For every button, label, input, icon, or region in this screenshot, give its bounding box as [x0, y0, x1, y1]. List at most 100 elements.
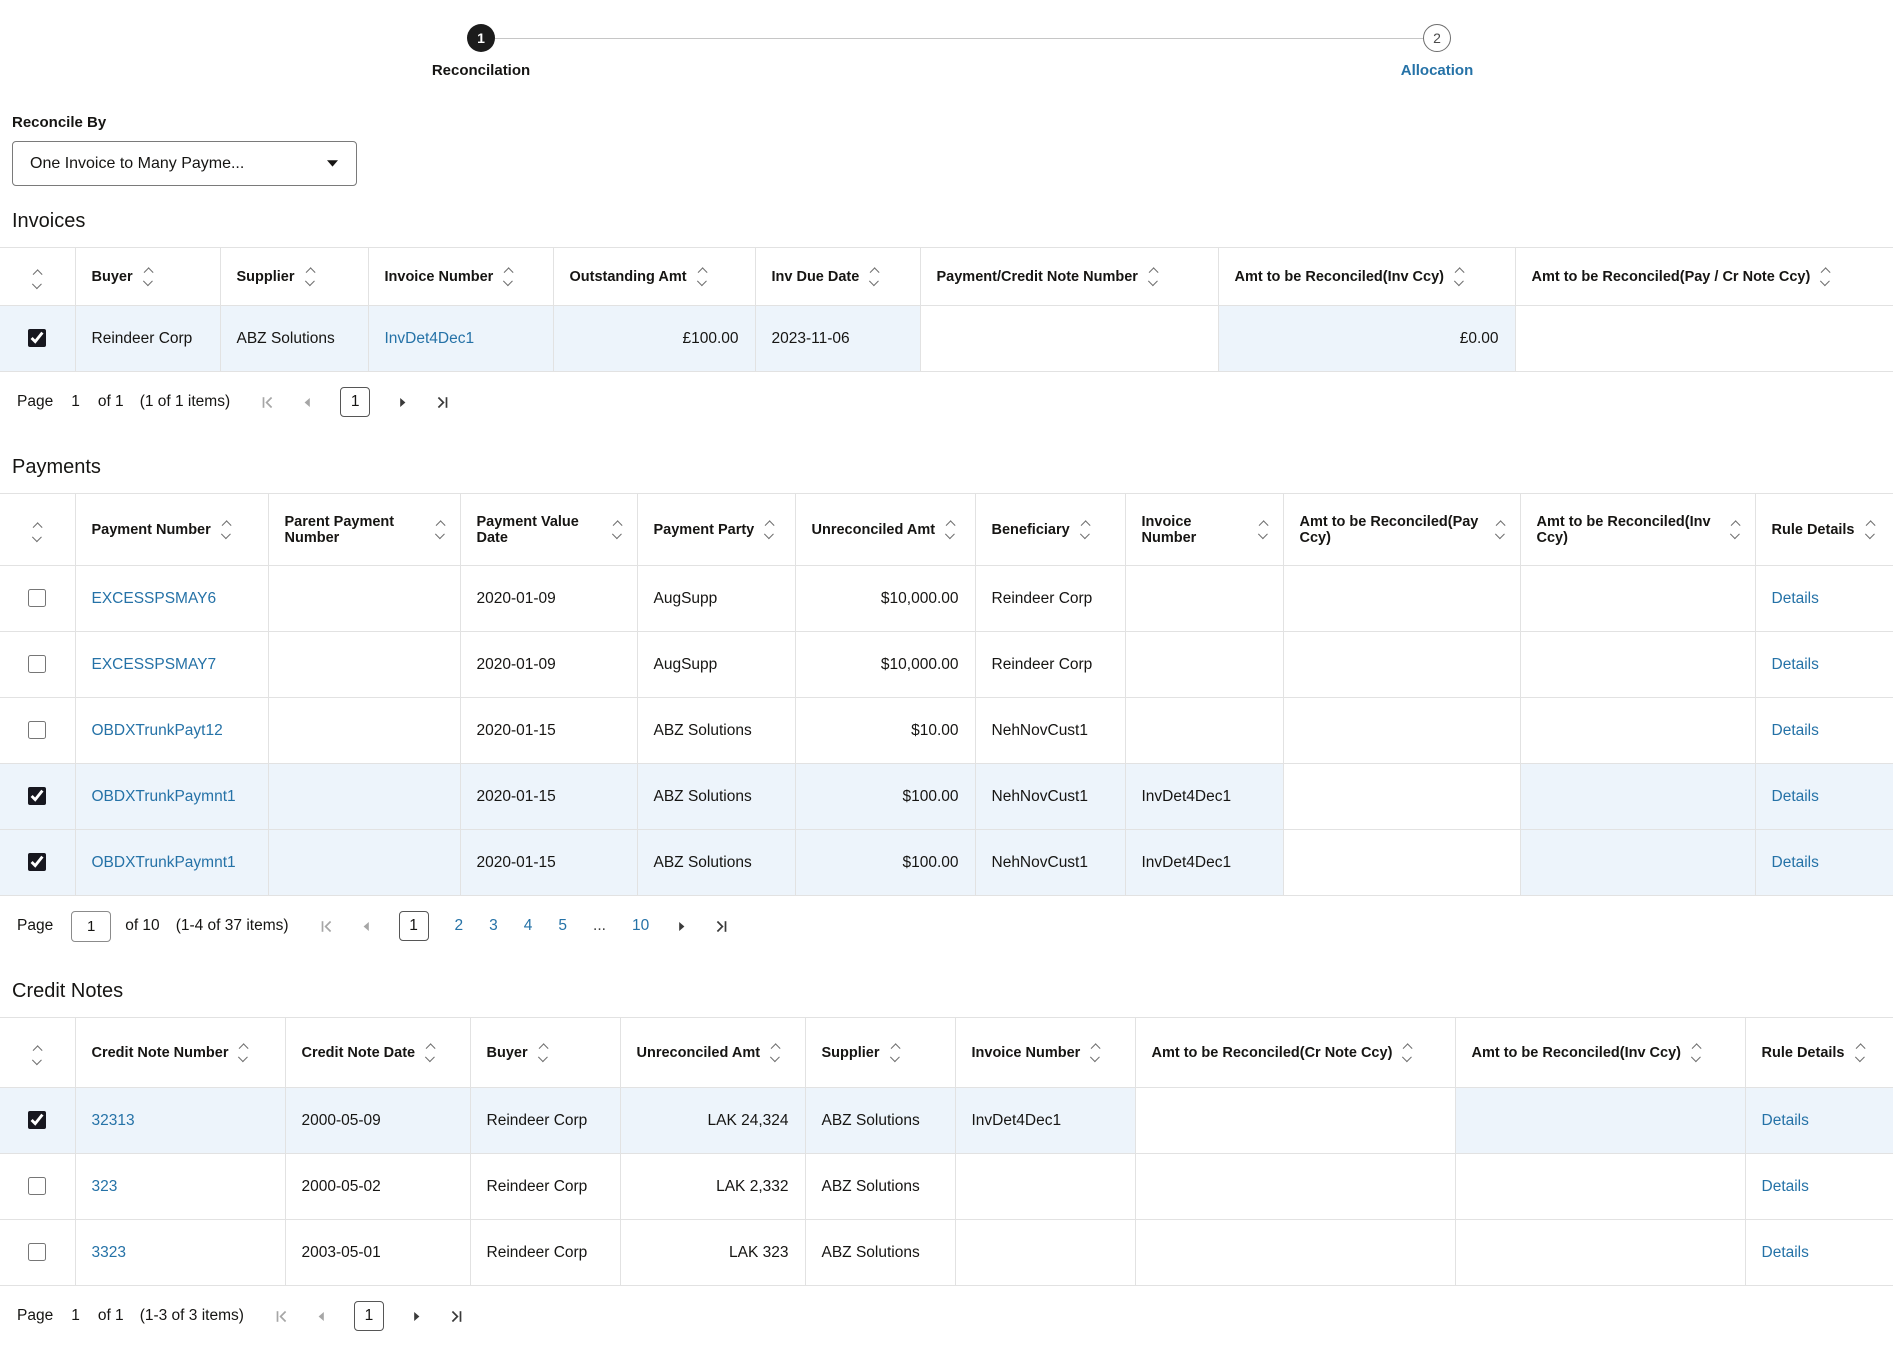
sort-icon[interactable] — [223, 522, 230, 538]
rule-details-link[interactable]: Details — [1772, 722, 1819, 739]
rule-details-link[interactable]: Details — [1772, 656, 1819, 673]
amt-pay-ccy-cell[interactable] — [1282, 631, 1521, 698]
sort-icon[interactable] — [307, 269, 314, 285]
row-select-checkbox[interactable] — [28, 329, 47, 348]
sort-icon[interactable] — [34, 1047, 41, 1063]
sort-icon[interactable] — [1456, 269, 1463, 285]
page-link[interactable]: 5 — [558, 917, 567, 935]
row-select-checkbox[interactable] — [28, 589, 47, 608]
first-page-button[interactable] — [274, 1309, 289, 1324]
first-page-button[interactable] — [319, 919, 334, 934]
row-select-checkbox[interactable] — [28, 1111, 47, 1130]
sort-icon[interactable] — [1082, 522, 1089, 538]
reconcile-by-select[interactable]: One Invoice to Many Payme... — [12, 141, 357, 186]
sort-icon[interactable] — [427, 1045, 434, 1061]
items-count: (1-3 of 3 items) — [139, 1307, 244, 1324]
column-header-amt-inv-ccy: Amt to be Reconciled(Inv Ccy) — [1519, 493, 1756, 566]
select-cell — [0, 829, 76, 896]
last-page-button[interactable] — [449, 1309, 464, 1324]
sort-icon[interactable] — [699, 269, 706, 285]
row-select-checkbox[interactable] — [28, 853, 47, 872]
sort-icon[interactable] — [1822, 269, 1829, 285]
amt-pay-ccy-cell[interactable] — [1514, 305, 1893, 372]
prev-page-button[interactable] — [360, 920, 373, 933]
current-page[interactable]: 1 — [353, 1301, 384, 1331]
sort-icon[interactable] — [34, 524, 41, 540]
credit-note-number-link[interactable]: 3323 — [92, 1244, 126, 1261]
next-page-button[interactable] — [410, 1310, 423, 1323]
row-select-checkbox[interactable] — [28, 1243, 47, 1262]
prev-page-button[interactable] — [301, 396, 314, 409]
payment-number-link[interactable]: OBDXTrunkPayt12 — [92, 722, 223, 739]
rule-details-cell: Details — [1754, 763, 1893, 830]
column-label: Rule Details — [1761, 1044, 1845, 1061]
sort-icon[interactable] — [540, 1045, 547, 1061]
current-page[interactable]: 1 — [340, 387, 371, 417]
payments-section: Payments Payment Number Parent Payment N… — [0, 456, 1893, 956]
rule-details-link[interactable]: Details — [1772, 788, 1819, 805]
sort-icon[interactable] — [1693, 1045, 1700, 1061]
rule-details-link[interactable]: Details — [1762, 1178, 1809, 1195]
page-link-last[interactable]: 10 — [632, 917, 649, 935]
rule-details-link[interactable]: Details — [1772, 854, 1819, 871]
payment-number-link[interactable]: EXCESSPSMAY6 — [92, 590, 217, 607]
rule-details-link[interactable]: Details — [1772, 590, 1819, 607]
page-input[interactable] — [71, 910, 112, 942]
next-page-button[interactable] — [675, 920, 688, 933]
sort-icon[interactable] — [34, 271, 41, 287]
amt-pay-ccy-cell[interactable] — [1282, 697, 1521, 764]
amt-pay-ccy-cell[interactable] — [1282, 829, 1521, 896]
sort-icon[interactable] — [1732, 522, 1739, 538]
sort-icon[interactable] — [947, 522, 954, 538]
sort-icon[interactable] — [240, 1045, 247, 1061]
current-page[interactable]: 1 — [398, 911, 429, 941]
supplier-cell: ABZ Solutions — [804, 1153, 956, 1220]
last-page-button[interactable] — [435, 395, 450, 410]
payment-number-link[interactable]: OBDXTrunkPaymnt1 — [92, 788, 236, 805]
sort-icon[interactable] — [1260, 522, 1267, 538]
page-link[interactable]: 4 — [524, 917, 533, 935]
row-select-checkbox[interactable] — [28, 787, 47, 806]
sort-icon[interactable] — [766, 522, 773, 538]
sort-icon[interactable] — [614, 522, 621, 538]
sort-icon[interactable] — [1857, 1045, 1864, 1061]
amt-pay-ccy-cell[interactable] — [1282, 763, 1521, 830]
invoice-number-link[interactable]: InvDet4Dec1 — [385, 330, 475, 347]
sort-icon[interactable] — [145, 269, 152, 285]
sort-icon[interactable] — [505, 269, 512, 285]
sort-icon[interactable] — [772, 1045, 779, 1061]
step-allocation[interactable]: 2 Allocation — [1401, 24, 1473, 79]
sort-icon[interactable] — [1150, 269, 1157, 285]
rule-details-link[interactable]: Details — [1762, 1112, 1809, 1129]
sort-icon[interactable] — [437, 522, 444, 538]
credit-note-number-link[interactable]: 32313 — [92, 1112, 135, 1129]
prev-page-button[interactable] — [315, 1310, 328, 1323]
payment-number-link[interactable]: OBDXTrunkPaymnt1 — [92, 854, 236, 871]
row-select-checkbox[interactable] — [28, 655, 47, 674]
amt-cr-note-ccy-cell[interactable] — [1134, 1087, 1456, 1154]
rule-details-cell: Details — [1754, 631, 1893, 698]
sort-icon[interactable] — [1092, 1045, 1099, 1061]
sort-icon[interactable] — [1867, 522, 1874, 538]
sort-icon[interactable] — [1404, 1045, 1411, 1061]
last-page-button[interactable] — [714, 919, 729, 934]
sort-icon[interactable] — [871, 269, 878, 285]
page-link[interactable]: 2 — [455, 917, 464, 935]
credit-note-number-link[interactable]: 323 — [92, 1178, 118, 1195]
step-reconcilation[interactable]: 1 Reconcilation — [432, 24, 530, 79]
amt-cr-note-ccy-cell[interactable] — [1134, 1153, 1456, 1220]
page-link[interactable]: 3 — [489, 917, 498, 935]
next-page-button[interactable] — [396, 396, 409, 409]
sort-icon[interactable] — [1497, 522, 1504, 538]
row-select-checkbox[interactable] — [28, 1177, 47, 1196]
first-page-button[interactable] — [260, 395, 275, 410]
credit-note-date-cell: 2003-05-01 — [284, 1219, 471, 1286]
column-label: Amt to be Reconciled(Pay Ccy) — [1299, 513, 1479, 546]
amt-cr-note-ccy-cell[interactable] — [1134, 1219, 1456, 1286]
payment-number-link[interactable]: EXCESSPSMAY7 — [92, 656, 217, 673]
amt-pay-ccy-cell[interactable] — [1282, 565, 1521, 632]
pay-cr-note-cell[interactable] — [919, 305, 1219, 372]
rule-details-link[interactable]: Details — [1762, 1244, 1809, 1261]
row-select-checkbox[interactable] — [28, 721, 47, 740]
sort-icon[interactable] — [892, 1045, 899, 1061]
